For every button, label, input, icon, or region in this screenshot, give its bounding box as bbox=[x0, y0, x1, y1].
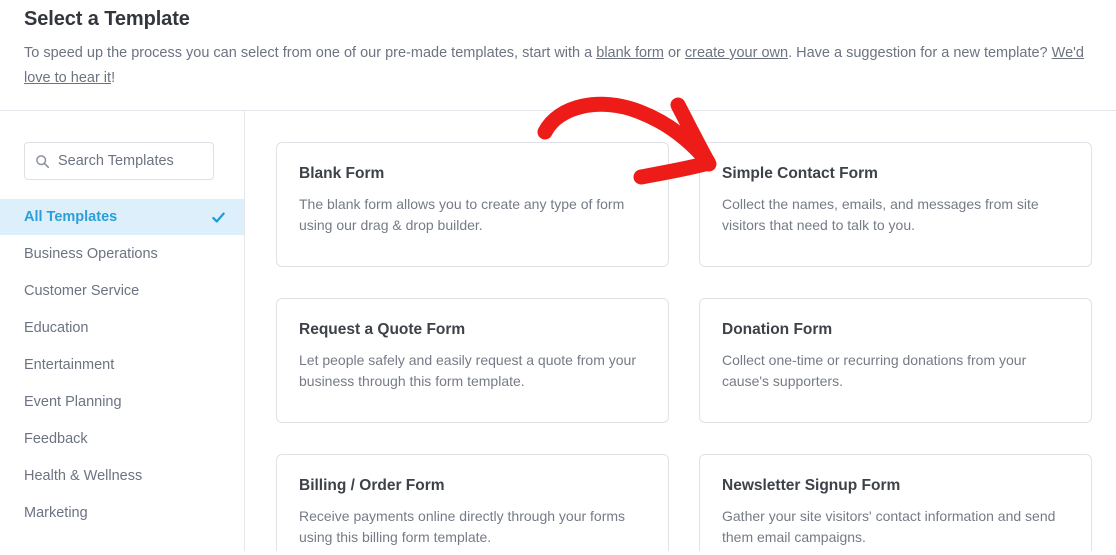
sidebar-item-customer-service[interactable]: Customer Service bbox=[0, 273, 244, 309]
description-text-4: ! bbox=[111, 70, 116, 86]
templates-grid: Blank Form The blank form allows you to … bbox=[276, 142, 1092, 551]
sidebar-item-business-operations[interactable]: Business Operations bbox=[0, 236, 244, 272]
content-area: All Templates Business Operations Custom… bbox=[0, 111, 1116, 551]
sidebar-item-label: Health & Wellness bbox=[24, 468, 143, 484]
sidebar-item-label: Entertainment bbox=[24, 357, 115, 373]
template-card-simple-contact-form[interactable]: Simple Contact Form Collect the names, e… bbox=[699, 142, 1092, 267]
sidebar-item-label: Education bbox=[24, 320, 89, 336]
description-text-1: To speed up the process you can select f… bbox=[24, 45, 597, 61]
templates-area: Blank Form The blank form allows you to … bbox=[245, 111, 1116, 551]
template-title: Simple Contact Form bbox=[722, 165, 878, 182]
page-title: Select a Template bbox=[24, 8, 190, 30]
create-your-own-link[interactable]: create your own bbox=[685, 45, 788, 61]
template-card-newsletter-signup-form[interactable]: Newsletter Signup Form Gather your site … bbox=[699, 454, 1092, 551]
category-list: All Templates Business Operations Custom… bbox=[0, 199, 244, 531]
sidebar-item-label: Marketing bbox=[24, 505, 88, 521]
sidebar-item-label: Business Operations bbox=[24, 246, 158, 262]
page-header: Select a Template To speed up the proces… bbox=[0, 0, 1116, 91]
sidebar-item-label: All Templates bbox=[24, 209, 118, 225]
sidebar-item-label: Feedback bbox=[24, 431, 88, 447]
template-description: Receive payments online directly through… bbox=[299, 508, 626, 545]
sidebar-item-event-planning[interactable]: Event Planning bbox=[0, 384, 244, 420]
template-title: Billing / Order Form bbox=[299, 477, 445, 494]
sidebar: All Templates Business Operations Custom… bbox=[0, 111, 245, 551]
check-icon bbox=[211, 210, 226, 225]
template-title: Request a Quote Form bbox=[299, 321, 466, 338]
template-card-request-a-quote-form[interactable]: Request a Quote Form Let people safely a… bbox=[276, 298, 669, 423]
template-description: Let people safely and easily request a q… bbox=[299, 352, 636, 389]
search-templates-box[interactable] bbox=[24, 142, 214, 180]
template-title: Donation Form bbox=[722, 321, 833, 338]
blank-form-link[interactable]: blank form bbox=[596, 45, 664, 61]
search-icon bbox=[35, 154, 58, 169]
search-input[interactable] bbox=[58, 153, 203, 169]
template-description: The blank form allows you to create any … bbox=[299, 196, 625, 233]
template-description: Gather your site visitors' contact infor… bbox=[722, 508, 1056, 545]
description-text-3: . Have a suggestion for a new template? bbox=[788, 45, 1052, 61]
description-text-2: or bbox=[663, 45, 685, 61]
sidebar-item-feedback[interactable]: Feedback bbox=[0, 421, 244, 457]
sidebar-item-label: Event Planning bbox=[24, 394, 122, 410]
sidebar-item-label: Customer Service bbox=[24, 283, 140, 299]
template-title: Newsletter Signup Form bbox=[722, 477, 901, 494]
template-card-blank-form[interactable]: Blank Form The blank form allows you to … bbox=[276, 142, 669, 267]
template-card-billing-order-form[interactable]: Billing / Order Form Receive payments on… bbox=[276, 454, 669, 551]
sidebar-item-entertainment[interactable]: Entertainment bbox=[0, 347, 244, 383]
template-description: Collect one-time or recurring donations … bbox=[722, 352, 1027, 389]
sidebar-item-education[interactable]: Education bbox=[0, 310, 244, 346]
template-description: Collect the names, emails, and messages … bbox=[722, 196, 1039, 233]
template-card-donation-form[interactable]: Donation Form Collect one-time or recurr… bbox=[699, 298, 1092, 423]
template-title: Blank Form bbox=[299, 165, 385, 182]
sidebar-item-health-and-wellness[interactable]: Health & Wellness bbox=[0, 458, 244, 494]
sidebar-item-all-templates[interactable]: All Templates bbox=[0, 199, 244, 235]
page-description: To speed up the process you can select f… bbox=[24, 41, 1092, 91]
sidebar-item-marketing[interactable]: Marketing bbox=[0, 495, 244, 531]
